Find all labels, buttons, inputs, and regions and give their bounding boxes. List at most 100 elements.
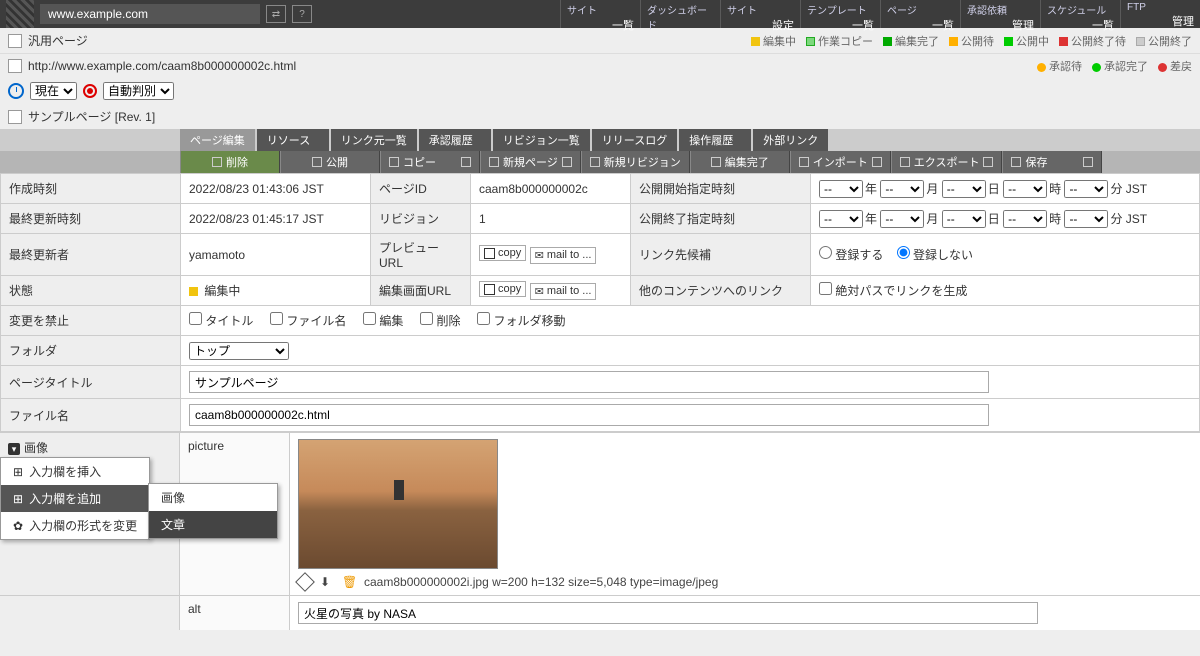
updater-label: 最終更新者: [1, 234, 181, 276]
pubstart-label: 公開開始指定時刻: [631, 174, 811, 204]
h-sel[interactable]: --: [1003, 180, 1047, 198]
alt-row: alt: [0, 595, 1200, 630]
forbid-label: 変更を禁止: [1, 306, 181, 336]
forbid-move-check[interactable]: [477, 312, 490, 325]
title-input[interactable]: [189, 371, 989, 393]
topnav-item[interactable]: サイト一覧: [560, 0, 640, 28]
swap-icon[interactable]: ⇄: [266, 5, 286, 23]
toolbar-編集完了[interactable]: 編集完了: [690, 151, 790, 173]
tab-1[interactable]: リソース: [257, 129, 329, 151]
help-icon[interactable]: ?: [292, 5, 312, 23]
toolbar-削除[interactable]: 削除: [180, 151, 280, 173]
chevron-down-icon[interactable]: ▾: [8, 443, 20, 455]
edit-icon[interactable]: [295, 572, 315, 592]
preview-label: プレビューURL: [371, 234, 471, 276]
app-logo: [6, 0, 34, 28]
toolbar-新規ページ[interactable]: 新規ページ: [480, 151, 581, 173]
mailto-button-2[interactable]: ✉mail to ...: [530, 283, 597, 300]
legend-item: 編集中: [751, 33, 796, 49]
toolbar-新規リビジョン[interactable]: 新規リビジョン: [581, 151, 690, 173]
min-sel[interactable]: --: [1064, 180, 1108, 198]
file-actions: ⬇ 🗑 caam8b000000002i.jpg w=200 h=132 siz…: [298, 575, 1192, 589]
copy-icon: [484, 248, 495, 259]
page-type-label: 汎用ページ: [28, 32, 88, 49]
status-label: 状態: [1, 276, 181, 306]
legend-item: 承認完了: [1092, 58, 1148, 74]
topnav-item[interactable]: 承認依頼管理: [960, 0, 1040, 28]
pubend-val: --年 --月 --日 --時 --分 JST: [811, 204, 1200, 234]
page-full-url: http://www.example.com/caam8b000000002c.…: [28, 59, 296, 73]
plus-icon: ⊞: [13, 492, 23, 506]
context-submenu: 画像 文章: [148, 483, 278, 539]
submenu-image[interactable]: 画像: [149, 484, 277, 511]
updated-val: 2022/08/23 01:45:17 JST: [181, 204, 371, 234]
breadcrumb-row: サンプルページ [Rev. 1]: [0, 104, 1200, 129]
legend-item: 差戻: [1158, 58, 1192, 74]
y-sel[interactable]: --: [819, 180, 863, 198]
record-icon: [83, 84, 97, 98]
topnav-item[interactable]: FTP管理: [1120, 0, 1200, 28]
toolbar-インポート[interactable]: インポート: [790, 151, 891, 173]
created-val: 2022/08/23 01:43:06 JST: [181, 174, 371, 204]
clock-icon: [8, 83, 24, 99]
time-row: 現在 自動判別: [0, 78, 1200, 104]
time-select[interactable]: 現在: [30, 82, 77, 100]
tab-2[interactable]: リンク元一覧: [331, 129, 417, 151]
menu-change-format[interactable]: ✿入力欄の形式を変更: [1, 512, 149, 539]
copy-button-2[interactable]: copy: [479, 281, 526, 297]
folder-select[interactable]: トップ: [189, 342, 289, 360]
tab-0[interactable]: ページ編集: [180, 129, 255, 151]
filename-input[interactable]: [189, 404, 989, 426]
rev-val: 1: [471, 204, 631, 234]
reg-no-radio[interactable]: [897, 246, 910, 259]
toolbar-公開[interactable]: 公開: [280, 151, 380, 173]
abspath-check[interactable]: [819, 282, 832, 295]
forbid-edit-check[interactable]: [363, 312, 376, 325]
gear-icon: ✿: [13, 519, 23, 533]
tab-7[interactable]: 外部リンク: [753, 129, 828, 151]
topnav-item[interactable]: ページ一覧: [880, 0, 960, 28]
top-bar: www.example.com ⇄ ? サイト一覧ダッシュボードサイト設定テンプ…: [0, 0, 1200, 28]
detect-select[interactable]: 自動判別: [103, 82, 174, 100]
tab-5[interactable]: リリースログ: [592, 129, 677, 151]
status-dot: [189, 287, 198, 296]
forbid-del-check[interactable]: [420, 312, 433, 325]
tab-3[interactable]: 承認履歴: [419, 129, 491, 151]
breadcrumb: サンプルページ [Rev. 1]: [28, 108, 155, 125]
download-icon[interactable]: ⬇: [320, 575, 334, 589]
status-legend: 編集中作業コピー編集完了公開待公開中公開終了待公開終了: [751, 33, 1192, 49]
linkcand-label: リンク先候補: [631, 234, 811, 276]
editurl-label: 編集画面URL: [371, 276, 471, 306]
url-row: http://www.example.com/caam8b000000002c.…: [0, 54, 1200, 78]
topnav-item[interactable]: スケジュール一覧: [1040, 0, 1120, 28]
toolbar-エクスポート[interactable]: エクスポート: [891, 151, 1003, 173]
mail-icon: ✉: [535, 249, 544, 262]
tabs: ページ編集リソースリンク元一覧承認履歴リビジョン一覧リリースログ操作履歴外部リン…: [0, 129, 1200, 151]
tab-6[interactable]: 操作履歴: [679, 129, 751, 151]
topnav-item[interactable]: サイト設定: [720, 0, 800, 28]
trash-icon[interactable]: 🗑: [342, 575, 356, 589]
forbid-file-check[interactable]: [270, 312, 283, 325]
alt-key: alt: [180, 596, 290, 630]
tab-4[interactable]: リビジョン一覧: [493, 129, 590, 151]
copy-button[interactable]: copy: [479, 245, 526, 261]
menu-add-field[interactable]: ⊞入力欄を追加: [1, 485, 149, 512]
forbid-title-check[interactable]: [189, 312, 202, 325]
legend-item: 承認待: [1037, 58, 1082, 74]
menu-insert-field[interactable]: ⊞入力欄を挿入: [1, 458, 149, 485]
created-label: 作成時刻: [1, 174, 181, 204]
topnav-item[interactable]: テンプレート一覧: [800, 0, 880, 28]
toolbar-保存[interactable]: 保存: [1002, 151, 1102, 173]
topnav-item[interactable]: ダッシュボード: [640, 0, 720, 28]
legend-item: 公開終了: [1136, 33, 1192, 49]
d-sel[interactable]: --: [942, 180, 986, 198]
m-sel[interactable]: --: [880, 180, 924, 198]
mailto-button[interactable]: ✉mail to ...: [530, 247, 597, 264]
reg-yes-radio[interactable]: [819, 246, 832, 259]
submenu-text[interactable]: 文章: [149, 511, 277, 538]
pubend-label: 公開終了指定時刻: [631, 204, 811, 234]
top-nav: サイト一覧ダッシュボードサイト設定テンプレート一覧ページ一覧承認依頼管理スケジュ…: [560, 0, 1200, 28]
pageid-label: ページID: [371, 174, 471, 204]
alt-input[interactable]: [298, 602, 1038, 624]
toolbar-コピー[interactable]: コピー: [380, 151, 480, 173]
